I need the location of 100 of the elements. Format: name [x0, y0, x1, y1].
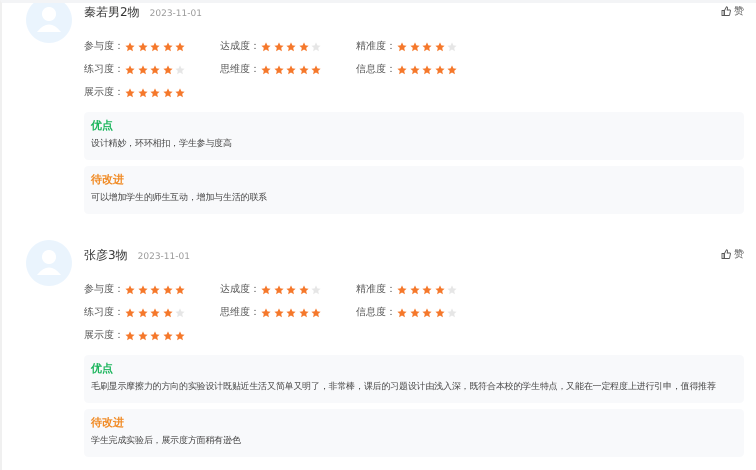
thumbs-up-icon: [721, 249, 731, 259]
star-icon: [138, 64, 148, 74]
star-icon: [422, 42, 432, 52]
star-icon: [311, 64, 321, 74]
star-icon: [125, 88, 135, 98]
star-icon: [150, 88, 160, 98]
star-icon: [150, 284, 160, 294]
star-icon: [311, 308, 321, 318]
star-icon: [162, 284, 172, 294]
star-icon: [434, 308, 444, 318]
star-icon: [286, 42, 296, 52]
star-icon: [150, 42, 160, 52]
note-text: 可以增加学生的师生互动，增加与生活的联系: [91, 192, 268, 204]
star-icon: [261, 308, 271, 318]
star-icon: [298, 284, 308, 294]
star-icon: [274, 284, 284, 294]
star-icon: [434, 42, 444, 52]
star-icon: [422, 284, 432, 294]
star-icon: [125, 42, 135, 52]
star-icon: [311, 42, 321, 52]
star-icon: [138, 284, 148, 294]
star-icon: [274, 64, 284, 74]
star-icon: [150, 64, 160, 74]
star-icon: [138, 330, 148, 340]
star-icon: [298, 64, 308, 74]
star-icon: [298, 42, 308, 52]
star-icon: [410, 284, 420, 294]
star-icon: [286, 284, 296, 294]
rating-label: 精准度：: [356, 282, 396, 297]
star-icon: [175, 64, 185, 74]
star-icon: [397, 308, 407, 318]
star-icon: [175, 42, 185, 52]
rating-label: 信息度：: [356, 62, 396, 77]
reviewer-name: 秦若男2物: [84, 4, 140, 21]
review-date: 2023-11-01: [150, 8, 202, 21]
thumbs-up-icon: [721, 6, 731, 16]
star-icon: [422, 308, 432, 318]
star-icon: [125, 308, 135, 318]
star-icon: [162, 330, 172, 340]
star-icon: [434, 64, 444, 74]
rating-label: 信息度：: [356, 306, 396, 320]
rating-label: 展示度：: [84, 328, 124, 343]
note-title: 优点: [91, 361, 114, 377]
star-icon: [175, 284, 185, 294]
rating-label: 参与度：: [84, 40, 124, 54]
like-button[interactable]: 赞: [721, 4, 744, 18]
star-icon: [274, 308, 284, 318]
note-text: 学生完成实验后，展示度方面稍有逊色: [91, 434, 242, 448]
star-icon: [261, 42, 271, 52]
star-icon: [162, 64, 172, 74]
star-icon: [274, 42, 284, 52]
star-icon: [286, 64, 296, 74]
star-icon: [175, 88, 185, 98]
rating-label: 思维度：: [220, 62, 260, 77]
rating-label: 练习度：: [84, 306, 124, 320]
star-icon: [397, 284, 407, 294]
note-text: 毛刷显示摩擦力的方向的实验设计既贴近生活又简单又明了，非常棒，课后的习题设计由浅入深，既符合本校的学生特点，又能在一定程度上进行引申，值得推荐: [91, 380, 717, 394]
star-icon: [397, 42, 407, 52]
rating-label: 展示度：: [84, 86, 124, 100]
reviewer-name: 张彦3物: [84, 247, 128, 264]
rating-label: 达成度：: [220, 282, 260, 297]
star-icon: [311, 284, 321, 294]
rating-label: 精准度：: [356, 40, 396, 54]
star-icon: [447, 42, 457, 52]
star-icon: [447, 284, 457, 294]
star-icon: [175, 330, 185, 340]
note-text: 设计精妙，环环相扣，学生参与度高: [91, 138, 233, 150]
rating-label: 练习度：: [84, 62, 124, 77]
star-icon: [298, 308, 308, 318]
note-title: 待改进: [91, 415, 125, 431]
like-button[interactable]: 赞: [721, 246, 744, 262]
rating-label: 参与度：: [84, 282, 124, 297]
star-icon: [447, 64, 457, 74]
star-icon: [125, 284, 135, 294]
star-icon: [397, 64, 407, 74]
star-icon: [447, 308, 457, 318]
star-icon: [125, 330, 135, 340]
star-icon: [162, 308, 172, 318]
note-title: 待改进: [91, 172, 125, 188]
star-icon: [286, 308, 296, 318]
star-icon: [150, 330, 160, 340]
star-icon: [138, 308, 148, 318]
star-icon: [422, 64, 432, 74]
note-title: 优点: [91, 118, 114, 134]
star-icon: [410, 308, 420, 318]
star-icon: [410, 64, 420, 74]
star-icon: [150, 308, 160, 318]
star-icon: [410, 42, 420, 52]
star-icon: [162, 88, 172, 98]
star-icon: [138, 88, 148, 98]
star-icon: [261, 64, 271, 74]
rating-label: 思维度：: [220, 306, 260, 320]
star-icon: [434, 284, 444, 294]
rating-label: 达成度：: [220, 40, 260, 54]
star-icon: [138, 42, 148, 52]
review-date: 2023-11-01: [138, 251, 190, 264]
star-icon: [162, 42, 172, 52]
star-icon: [175, 308, 185, 318]
star-icon: [125, 64, 135, 74]
star-icon: [261, 284, 271, 294]
